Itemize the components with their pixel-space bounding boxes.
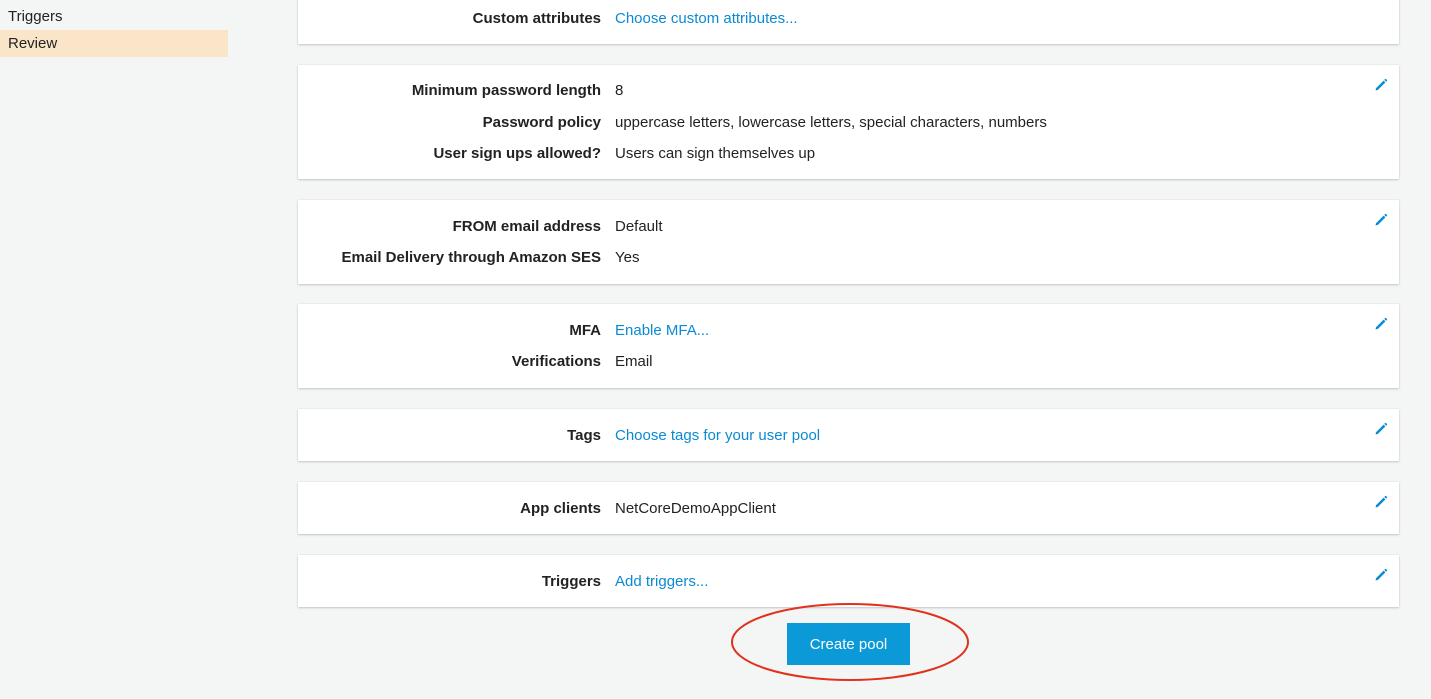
choose-custom-attributes-link[interactable]: Choose custom attributes... xyxy=(615,9,798,29)
edit-email-pencil-icon[interactable] xyxy=(1374,213,1388,227)
verifications-row: Verifications Email xyxy=(298,352,1399,372)
password-policy-row: Password policy uppercase letters, lower… xyxy=(298,113,1399,133)
from-email-value: Default xyxy=(615,218,663,235)
add-triggers-link[interactable]: Add triggers... xyxy=(615,572,708,592)
password-policy-label: Password policy xyxy=(482,114,601,131)
mfa-label: MFA xyxy=(569,322,601,339)
verifications-label: Verifications xyxy=(511,353,601,370)
edit-triggers-pencil-icon[interactable] xyxy=(1374,568,1388,582)
tags-label: Tags xyxy=(567,427,601,444)
policies-section: Minimum password length 8 Password polic… xyxy=(298,65,1399,179)
from-email-label: FROM email address xyxy=(452,218,601,235)
min-password-length-label: Minimum password length xyxy=(411,82,601,99)
triggers-section: Triggers Add triggers... xyxy=(298,555,1399,607)
enable-mfa-link[interactable]: Enable MFA... xyxy=(615,321,709,341)
triggers-row: Triggers Add triggers... xyxy=(298,572,1399,592)
app-clients-section: App clients NetCoreDemoAppClient xyxy=(298,482,1399,534)
create-pool-button[interactable]: Create pool xyxy=(787,623,910,665)
sidebar-item-review[interactable]: Review xyxy=(0,30,228,57)
ses-delivery-value: Yes xyxy=(615,249,640,266)
app-clients-value: NetCoreDemoAppClient xyxy=(615,500,776,517)
min-password-length-row: Minimum password length 8 xyxy=(298,81,1399,101)
ses-delivery-label: Email Delivery through Amazon SES xyxy=(341,249,601,266)
user-signups-value: Users can sign themselves up xyxy=(615,145,816,162)
custom-attributes-label: Custom attributes xyxy=(472,10,601,27)
email-section: FROM email address Default Email Deliver… xyxy=(298,200,1399,284)
from-email-row: FROM email address Default xyxy=(298,217,1399,237)
sidebar-item-triggers[interactable]: Triggers xyxy=(0,3,228,30)
choose-tags-link[interactable]: Choose tags for your user pool xyxy=(615,426,820,446)
edit-policies-pencil-icon[interactable] xyxy=(1374,78,1388,92)
edit-tags-pencil-icon[interactable] xyxy=(1374,422,1388,436)
edit-mfa-pencil-icon[interactable] xyxy=(1374,317,1388,331)
user-signups-row: User sign ups allowed? Users can sign th… xyxy=(298,144,1399,164)
mfa-section: MFA Enable MFA... Verifications Email xyxy=(298,304,1399,388)
custom-attributes-row: Custom attributes Choose custom attribut… xyxy=(298,9,1399,29)
verifications-value: Email xyxy=(615,353,653,370)
attributes-section: Custom attributes Choose custom attribut… xyxy=(298,0,1399,44)
triggers-label: Triggers xyxy=(541,573,601,590)
tags-section: Tags Choose tags for your user pool xyxy=(298,409,1399,461)
ses-delivery-row: Email Delivery through Amazon SES Yes xyxy=(298,248,1399,268)
app-clients-label: App clients xyxy=(520,500,601,517)
mfa-row: MFA Enable MFA... xyxy=(298,321,1399,341)
edit-app-clients-pencil-icon[interactable] xyxy=(1374,495,1388,509)
password-policy-value: uppercase letters, lowercase letters, sp… xyxy=(615,114,1047,131)
app-clients-row: App clients NetCoreDemoAppClient xyxy=(298,499,1399,519)
min-password-length-value: 8 xyxy=(615,82,624,99)
tags-row: Tags Choose tags for your user pool xyxy=(298,426,1399,446)
user-signups-label: User sign ups allowed? xyxy=(433,145,601,162)
